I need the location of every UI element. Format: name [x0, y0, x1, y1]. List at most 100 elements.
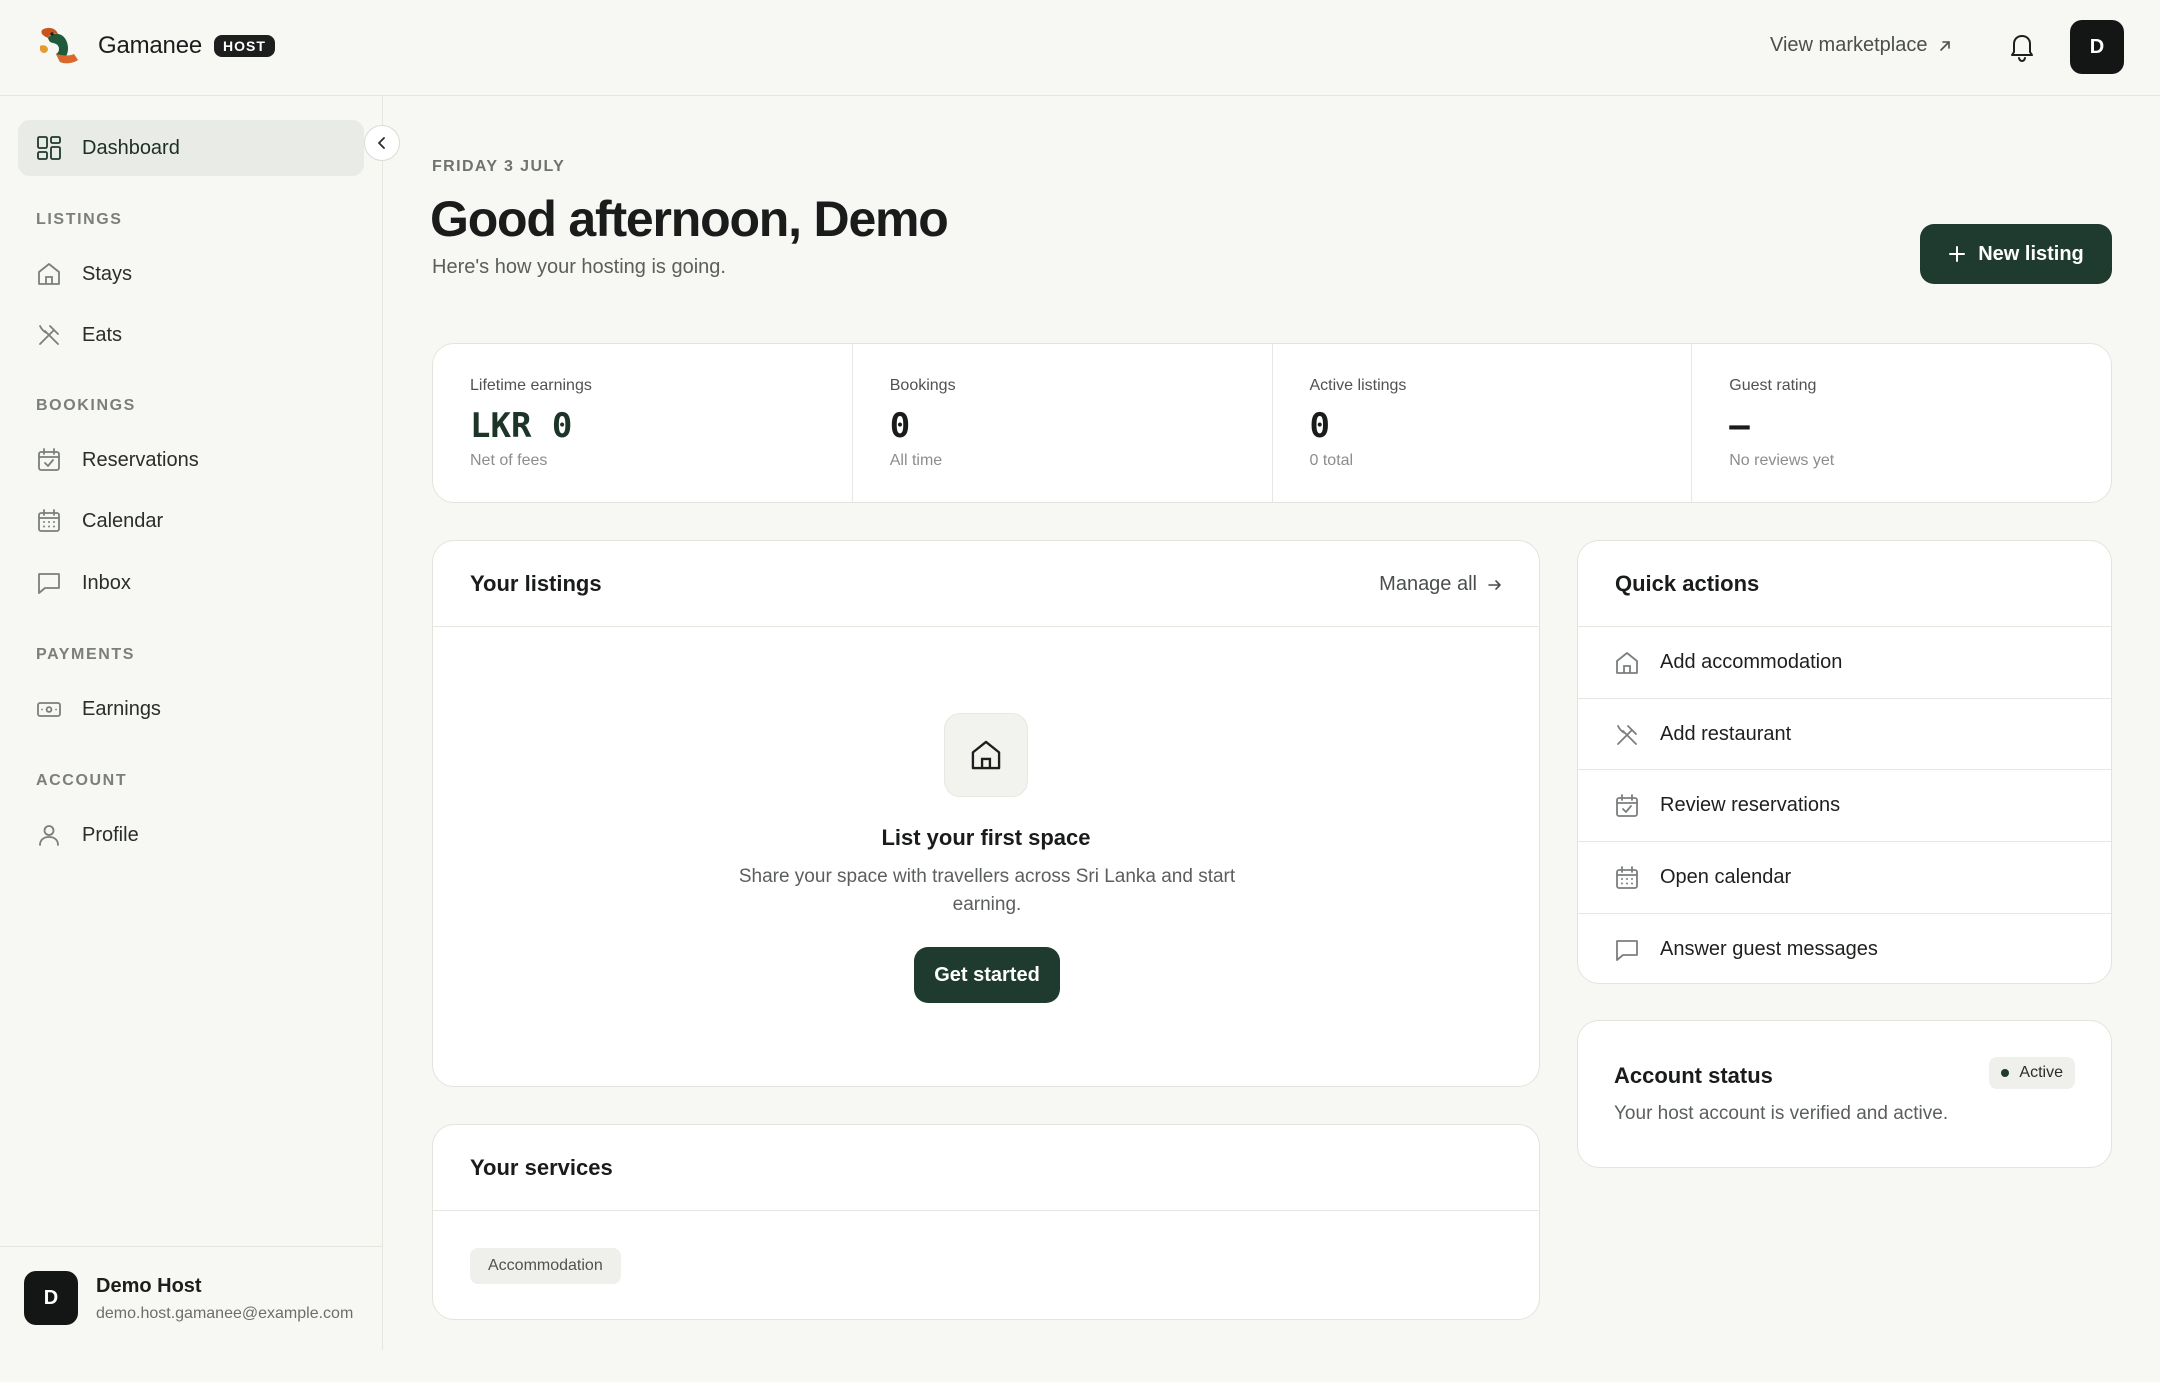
message-icon	[1616, 939, 1638, 961]
sidebar-item-inbox[interactable]: Inbox	[18, 555, 364, 611]
avatar: D	[24, 1271, 78, 1325]
section-label-listings: LISTINGS	[36, 211, 123, 228]
stat-label: Bookings	[889, 377, 956, 394]
stat-bookings: Bookings 0 All time	[853, 344, 1273, 502]
quick-action-add-restaurant[interactable]: Add restaurant	[1578, 698, 2111, 770]
stat-value: –	[1729, 406, 1750, 446]
section-label-account: ACCOUNT	[36, 772, 128, 789]
quick-action-add-accommodation[interactable]: Add accommodation	[1578, 626, 2111, 698]
sidebar-item-profile[interactable]: Profile	[18, 807, 364, 863]
calendar-icon	[1616, 865, 1638, 889]
status-dot-icon	[2001, 1069, 2010, 1077]
manage-all-link[interactable]: Manage all	[1379, 573, 1503, 596]
quick-action-label: Review reservations	[1660, 794, 1841, 816]
quick-actions-header: Quick actions	[1578, 541, 2111, 627]
sidebar-item-label: Inbox	[82, 571, 131, 594]
collapse-sidebar-button[interactable]	[364, 125, 400, 161]
brand[interactable]: Gamanee HOST	[34, 24, 275, 68]
user-avatar-button[interactable]: D	[2070, 20, 2124, 74]
message-icon	[38, 573, 60, 594]
calendar-check-icon	[1616, 793, 1638, 817]
quick-action-label: Open calendar	[1660, 866, 1792, 888]
external-arrow-icon	[1940, 40, 1951, 51]
date-label: FRIDAY 3 JULY	[432, 158, 566, 175]
calendar-icon	[38, 509, 60, 532]
stat-sub: Net of fees	[470, 452, 548, 469]
account-status-title: Account status	[1614, 1063, 1773, 1088]
listings-title: Your listings	[470, 571, 602, 596]
new-listing-button[interactable]: New listing	[1920, 224, 2112, 284]
home-icon	[38, 263, 60, 285]
quick-action-open-calendar[interactable]: Open calendar	[1578, 841, 2111, 913]
stat-sub: No reviews yet	[1729, 452, 1835, 469]
stat-label: Lifetime earnings	[470, 377, 592, 394]
sidebar-item-label: Stays	[82, 262, 133, 285]
sidebar-item-stays[interactable]: Stays	[18, 246, 364, 302]
stats-card: Lifetime earnings LKR 0 Net of fees Book…	[432, 343, 2112, 503]
stat-value: 0	[1309, 406, 1330, 446]
services-card: Your services Accommodation	[432, 1124, 1540, 1320]
stat-value: 0	[889, 406, 911, 446]
new-listing-label: New listing	[1978, 242, 2084, 265]
sidebar-item-label: Dashboard	[82, 136, 180, 159]
quick-action-answer-messages[interactable]: Answer guest messages	[1578, 913, 2111, 985]
account-status-card: Account status Active Your host account …	[1577, 1020, 2112, 1168]
get-started-button[interactable]: Get started	[914, 947, 1060, 1003]
quick-actions-title: Quick actions	[1615, 571, 1760, 596]
stat-label: Guest rating	[1729, 377, 1817, 394]
dashboard-grid-icon	[37, 136, 61, 160]
plus-icon	[1949, 246, 1966, 262]
sidebar-item-reservations[interactable]: Reservations	[18, 432, 364, 488]
sidebar-item-label: Earnings	[82, 697, 161, 720]
sidebar-item-label: Calendar	[82, 509, 164, 532]
host-badge: HOST	[214, 35, 275, 57]
sidebar-item-label: Profile	[82, 823, 139, 846]
utensils-icon	[1617, 724, 1637, 745]
stat-lifetime-earnings: Lifetime earnings LKR 0 Net of fees	[433, 344, 853, 502]
sidebar-item-dashboard[interactable]: Dashboard	[18, 120, 364, 176]
top-bar: Gamanee HOST View marketplace D	[0, 0, 2160, 96]
listings-card: Your listings Manage all List your first…	[432, 540, 1540, 1087]
status-label: Active	[2019, 1064, 2063, 1081]
quick-action-review-reservations[interactable]: Review reservations	[1578, 769, 2111, 841]
stat-label: Active listings	[1309, 377, 1407, 394]
sidebar-item-calendar[interactable]: Calendar	[18, 493, 364, 549]
utensils-icon	[39, 325, 59, 345]
empty-state-title: List your first space	[881, 825, 1091, 850]
page-subtitle: Here's how your hosting is going.	[432, 256, 726, 278]
sidebar-item-eats[interactable]: Eats	[18, 307, 364, 363]
gamanee-logo-icon	[40, 27, 78, 64]
chevron-left-icon	[378, 137, 385, 149]
listings-card-header: Your listings Manage all	[433, 541, 1539, 627]
user-email: demo.host.gamanee@example.com	[96, 1305, 354, 1322]
section-label-payments: PAYMENTS	[36, 646, 136, 663]
user-icon	[39, 825, 59, 846]
stat-sub: 0 total	[1309, 452, 1354, 469]
home-icon	[971, 740, 1001, 770]
sidebar-item-label: Eats	[82, 323, 123, 346]
page-title: Good afternoon, Demo	[430, 191, 949, 247]
stat-value: LKR 0	[470, 406, 573, 446]
service-tag: Accommodation	[470, 1248, 621, 1284]
services-title: Your services	[470, 1155, 613, 1180]
services-card-header: Your services	[433, 1125, 1539, 1211]
empty-state-description: Share your space with travellers across …	[738, 866, 1236, 915]
stat-active-listings: Active listings 0 0 total	[1273, 344, 1693, 502]
bell-icon[interactable]	[2006, 30, 2038, 64]
sidebar-item-label: Reservations	[82, 448, 199, 471]
stat-sub: All time	[889, 452, 943, 469]
status-badge: Active	[1989, 1057, 2075, 1089]
quick-action-label: Add restaurant	[1660, 723, 1792, 745]
sidebar: Dashboard LISTINGS Stays Eats BOOKINGS R…	[0, 96, 383, 1350]
view-marketplace-link[interactable]: View marketplace	[1770, 34, 1953, 57]
stat-guest-rating: Guest rating – No reviews yet	[1692, 344, 2111, 502]
arrow-right-icon	[1488, 579, 1501, 590]
section-label-bookings: BOOKINGS	[36, 397, 136, 414]
brand-name: Gamanee	[98, 32, 202, 59]
view-marketplace-label: View marketplace	[1770, 34, 1928, 56]
account-status-description: Your host account is verified and active…	[1614, 1103, 1949, 1124]
quick-action-label: Answer guest messages	[1660, 938, 1878, 960]
sidebar-user-card[interactable]: D Demo Host demo.host.gamanee@example.co…	[0, 1246, 383, 1350]
quick-actions-card: Quick actions Add accommodation Add rest…	[1577, 540, 2112, 984]
sidebar-item-earnings[interactable]: Earnings	[18, 681, 364, 737]
